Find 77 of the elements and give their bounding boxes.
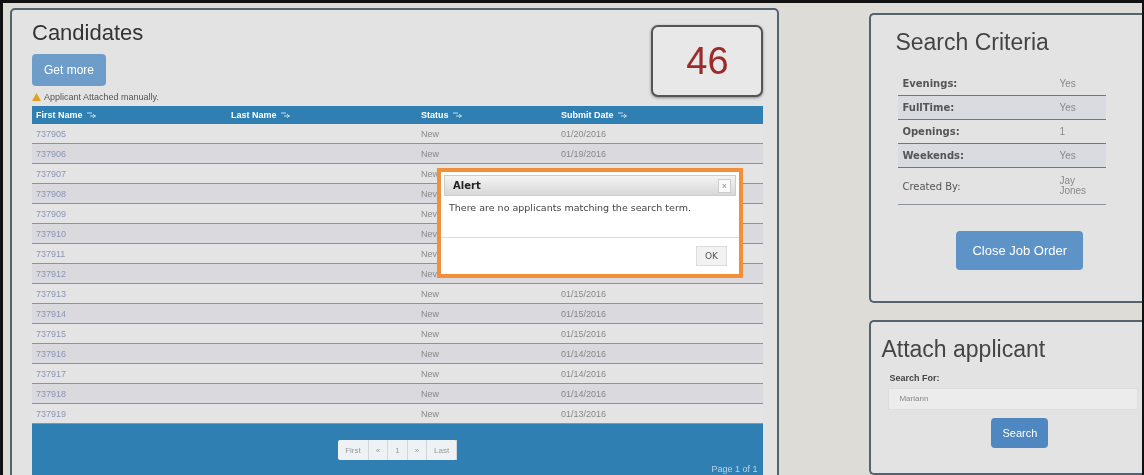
candidate-link[interactable]: 737912 — [36, 268, 67, 279]
table-cell: New — [421, 349, 439, 360]
table-cell: Nev — [421, 269, 437, 280]
criteria-label: Weekends: — [902, 150, 966, 161]
table-cell: 01/20/2016 — [561, 129, 607, 140]
close-button[interactable]: × — [717, 178, 731, 193]
notice-text: Applicant Attached manually. — [44, 92, 159, 102]
table-cell: Nev — [421, 209, 437, 220]
page-button[interactable]: First — [338, 440, 369, 460]
dialog-title: Alert — [453, 180, 481, 192]
table-cell: Nev — [421, 189, 437, 200]
table-cell: New — [421, 329, 439, 340]
column-header[interactable]: First Name — [36, 110, 83, 120]
criteria-value: Yes — [1059, 78, 1077, 89]
candidate-link[interactable]: 737913 — [36, 288, 67, 299]
candidate-link[interactable]: 737918 — [36, 388, 67, 399]
table-cell: 01/14/2016 — [561, 369, 607, 380]
ok-button[interactable]: OK — [696, 246, 727, 266]
search-button[interactable]: Search — [991, 417, 1049, 448]
candidate-link[interactable]: 737916 — [36, 348, 67, 359]
criteria-label: Created By: — [902, 180, 962, 192]
sort-icon — [452, 112, 462, 118]
criteria-value: Yes — [1059, 150, 1077, 161]
column-header[interactable]: Status — [421, 110, 449, 120]
candidate-link[interactable]: 737919 — [36, 408, 67, 419]
table-cell: 01/15/2016 — [561, 289, 607, 300]
table-cell: New — [421, 129, 439, 140]
criteria-value: Jay Jones — [1059, 176, 1088, 196]
table-cell: 01/14/2016 — [561, 389, 607, 400]
table-cell: 01/15/2016 — [561, 309, 607, 320]
table-cell: Nev — [421, 249, 437, 260]
table-cell: 01/14/2016 — [561, 349, 607, 360]
panel-title: Search Criteria — [895, 29, 1050, 56]
candidate-link[interactable]: 737915 — [36, 328, 67, 339]
table-cell: 01/19/2016 — [561, 149, 607, 160]
alert-message: There are no applicants matching the search term. — [441, 196, 739, 238]
candidate-count: 46 — [651, 25, 764, 97]
sort-icon — [86, 112, 96, 118]
criteria-value: Yes — [1059, 102, 1077, 113]
panel-title: Attach applicant — [881, 336, 1047, 364]
page-button[interactable]: » — [407, 440, 428, 460]
candidate-link[interactable]: 737908 — [36, 188, 67, 199]
candidate-link[interactable]: 737911 — [36, 248, 66, 259]
table-cell: New — [421, 309, 439, 320]
sort-icon — [617, 112, 627, 118]
get-more-button[interactable]: Get more — [32, 54, 106, 86]
table-cell: New — [421, 289, 439, 300]
candidate-link[interactable]: 737906 — [36, 148, 67, 159]
criteria-label: Evenings: — [902, 78, 959, 89]
column-header[interactable]: Last Name — [231, 110, 277, 120]
close-job-order-button[interactable]: Close Job Order — [956, 231, 1084, 270]
table-cell: New — [421, 149, 439, 160]
candidate-link[interactable]: 737909 — [36, 208, 67, 219]
table-cell: New — [421, 369, 439, 380]
table-cell: New — [421, 409, 439, 420]
sort-icon — [280, 112, 290, 118]
table-cell: Nev — [421, 229, 437, 240]
search-field[interactable]: Mariann — [888, 387, 1139, 410]
page-button[interactable]: 1 — [388, 440, 408, 460]
table-cell: New — [421, 389, 439, 400]
table-cell: 01/15/2016 — [561, 329, 607, 340]
warning-icon — [32, 93, 41, 101]
page-info: Page 1 of 1 — [711, 464, 758, 474]
page-button[interactable]: « — [368, 440, 389, 460]
candidate-link[interactable]: 737910 — [36, 228, 67, 239]
criteria-label: Openings: — [902, 126, 961, 137]
table-cell: 01/13/2016 — [561, 409, 607, 420]
candidate-link[interactable]: 737907 — [36, 168, 67, 179]
criteria-value: 1 — [1059, 126, 1066, 137]
column-header[interactable]: Submit Date — [561, 110, 614, 120]
panel-title: Candidates — [32, 20, 145, 46]
candidate-link[interactable]: 737905 — [36, 128, 67, 139]
candidate-link[interactable]: 737914 — [36, 308, 67, 319]
field-label: Search For: — [889, 373, 941, 384]
candidate-link[interactable]: 737917 — [36, 368, 67, 379]
criteria-label: FullTime: — [902, 102, 956, 113]
page-button[interactable]: Last — [427, 440, 458, 460]
